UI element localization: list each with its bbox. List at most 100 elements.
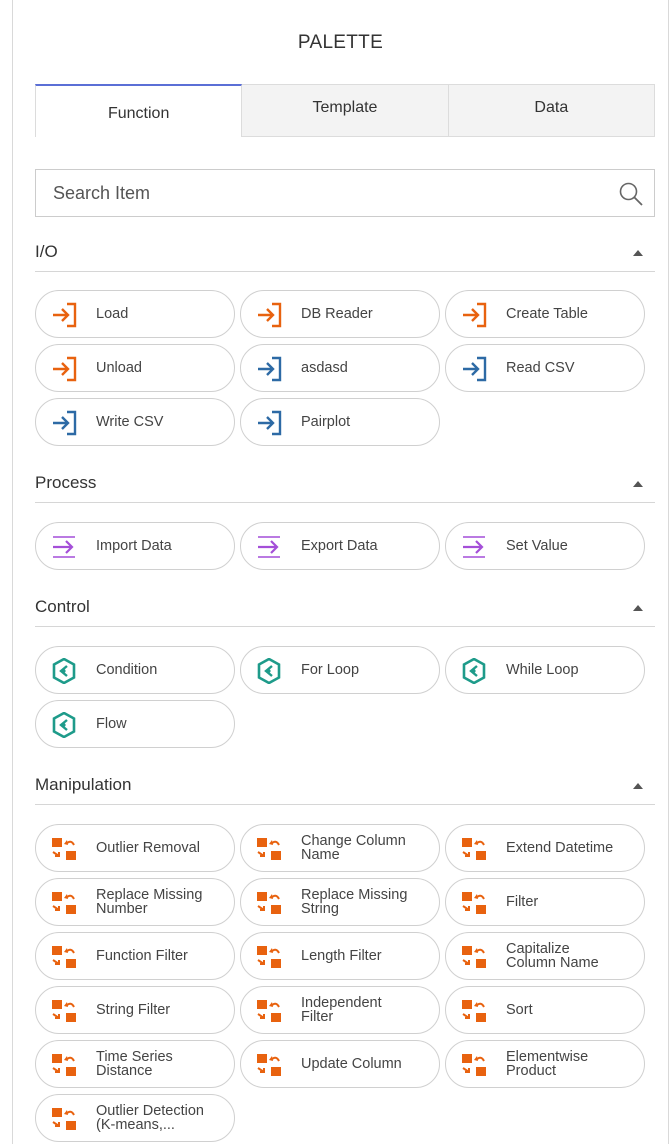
arrow-right-icon <box>461 534 487 560</box>
transform-squares-icon <box>51 890 77 916</box>
section-header-io[interactable]: I/O <box>35 238 655 272</box>
search-input[interactable] <box>36 170 654 216</box>
transform-squares-icon <box>256 1052 282 1078</box>
section-label-manipulation: Manipulation <box>35 775 132 794</box>
arrow-into-box-icon <box>256 410 282 436</box>
palette-item-function-filter[interactable]: Function Filter <box>35 932 235 980</box>
transform-squares-icon <box>461 836 487 862</box>
item-label: Length Filter <box>301 948 382 964</box>
item-label: Function Filter <box>96 948 188 964</box>
item-label: Capitalize Column Name <box>506 941 599 971</box>
palette-item-condition[interactable]: Condition <box>35 646 235 694</box>
arrow-into-box-icon <box>461 356 487 382</box>
palette-item-change-column-name[interactable]: Change Column Name <box>240 824 440 872</box>
palette-item-flow[interactable]: Flow <box>35 700 235 748</box>
arrow-into-box-icon <box>51 302 77 328</box>
hexagon-control-icon <box>51 712 77 738</box>
item-label: Time Series Distance <box>96 1049 173 1079</box>
palette-item-db-reader[interactable]: DB Reader <box>240 290 440 338</box>
palette-item-independent-filter[interactable]: Independent Filter <box>240 986 440 1034</box>
palette-item-while-loop[interactable]: While Loop <box>445 646 645 694</box>
item-label: DB Reader <box>301 306 373 322</box>
item-label: Import Data <box>96 538 172 554</box>
section-label-control: Control <box>35 597 90 616</box>
tab-template[interactable]: Template <box>242 84 449 137</box>
arrow-into-box-icon <box>51 410 77 436</box>
item-label: Independent Filter <box>301 995 382 1025</box>
tab-data[interactable]: Data <box>448 84 655 137</box>
palette-item-import-data[interactable]: Import Data <box>35 522 235 570</box>
transform-squares-icon <box>461 890 487 916</box>
item-label: Replace Missing Number <box>96 887 203 917</box>
palette-item-export-data[interactable]: Export Data <box>240 522 440 570</box>
transform-squares-icon <box>51 944 77 970</box>
palette-item-write-csv[interactable]: Write CSV <box>35 398 235 446</box>
palette-item-pairplot[interactable]: Pairplot <box>240 398 440 446</box>
palette-item-outlier-detection[interactable]: Outlier Detection (K-means,... <box>35 1094 235 1142</box>
transform-squares-icon <box>256 836 282 862</box>
collapse-caret-icon[interactable] <box>633 783 643 789</box>
transform-squares-icon <box>256 998 282 1024</box>
collapse-caret-icon[interactable] <box>633 605 643 611</box>
item-label: While Loop <box>506 662 579 678</box>
palette-tabs: Function Template Data <box>35 84 655 137</box>
transform-squares-icon <box>461 998 487 1024</box>
section-header-process[interactable]: Process <box>35 469 655 503</box>
palette-item-capitalize-column-name[interactable]: Capitalize Column Name <box>445 932 645 980</box>
section-header-control[interactable]: Control <box>35 593 655 627</box>
tab-function-label: Function <box>107 104 170 122</box>
palette-item-sort[interactable]: Sort <box>445 986 645 1034</box>
arrow-into-box-icon <box>461 302 487 328</box>
palette-item-set-value[interactable]: Set Value <box>445 522 645 570</box>
palette-item-load[interactable]: Load <box>35 290 235 338</box>
item-label: Change Column Name <box>301 833 406 863</box>
item-label: asdasd <box>301 360 348 376</box>
collapse-caret-icon[interactable] <box>633 481 643 487</box>
tab-data-label: Data <box>534 98 569 116</box>
transform-squares-icon <box>256 944 282 970</box>
hexagon-control-icon <box>51 658 77 684</box>
search-icon[interactable] <box>618 181 644 207</box>
collapse-caret-icon[interactable] <box>633 250 643 256</box>
palette-item-extend-datetime[interactable]: Extend Datetime <box>445 824 645 872</box>
item-label: String Filter <box>96 1002 171 1018</box>
tab-function[interactable]: Function <box>35 84 243 137</box>
item-label: Create Table <box>506 306 588 322</box>
transform-squares-icon <box>51 1106 77 1132</box>
item-label: Flow <box>96 716 127 732</box>
item-label: Outlier Removal <box>96 840 200 856</box>
palette-item-create-table[interactable]: Create Table <box>445 290 645 338</box>
search-box <box>35 169 655 217</box>
palette-item-asdasd[interactable]: asdasd <box>240 344 440 392</box>
item-label: Load <box>96 306 129 322</box>
palette-panel: PALETTE Function Template Data I/O Load … <box>12 0 669 1144</box>
palette-item-update-column[interactable]: Update Column <box>240 1040 440 1088</box>
palette-item-for-loop[interactable]: For Loop <box>240 646 440 694</box>
section-header-manipulation[interactable]: Manipulation <box>35 771 655 805</box>
item-label: Replace Missing String <box>301 887 408 917</box>
item-label: Write CSV <box>96 414 164 430</box>
hexagon-control-icon <box>461 658 487 684</box>
palette-item-elementwise-product[interactable]: Elementwise Product <box>445 1040 645 1088</box>
transform-squares-icon <box>51 836 77 862</box>
palette-title: PALETTE <box>297 32 384 53</box>
palette-item-time-series-distance[interactable]: Time Series Distance <box>35 1040 235 1088</box>
arrow-right-icon <box>51 534 77 560</box>
palette-item-length-filter[interactable]: Length Filter <box>240 932 440 980</box>
item-label: Read CSV <box>506 360 575 376</box>
arrow-into-box-icon <box>51 356 77 382</box>
item-label: For Loop <box>301 662 360 678</box>
palette-item-unload[interactable]: Unload <box>35 344 235 392</box>
palette-item-filter[interactable]: Filter <box>445 878 645 926</box>
item-label: Sort <box>506 1002 533 1018</box>
section-label-process: Process <box>35 473 97 492</box>
palette-item-string-filter[interactable]: String Filter <box>35 986 235 1034</box>
item-label: Elementwise Product <box>506 1049 589 1079</box>
transform-squares-icon <box>461 944 487 970</box>
palette-item-replace-missing-string[interactable]: Replace Missing String <box>240 878 440 926</box>
tab-template-label: Template <box>312 98 378 116</box>
arrow-right-icon <box>256 534 282 560</box>
palette-item-replace-missing-number[interactable]: Replace Missing Number <box>35 878 235 926</box>
palette-item-read-csv[interactable]: Read CSV <box>445 344 645 392</box>
palette-item-outlier-removal[interactable]: Outlier Removal <box>35 824 235 872</box>
